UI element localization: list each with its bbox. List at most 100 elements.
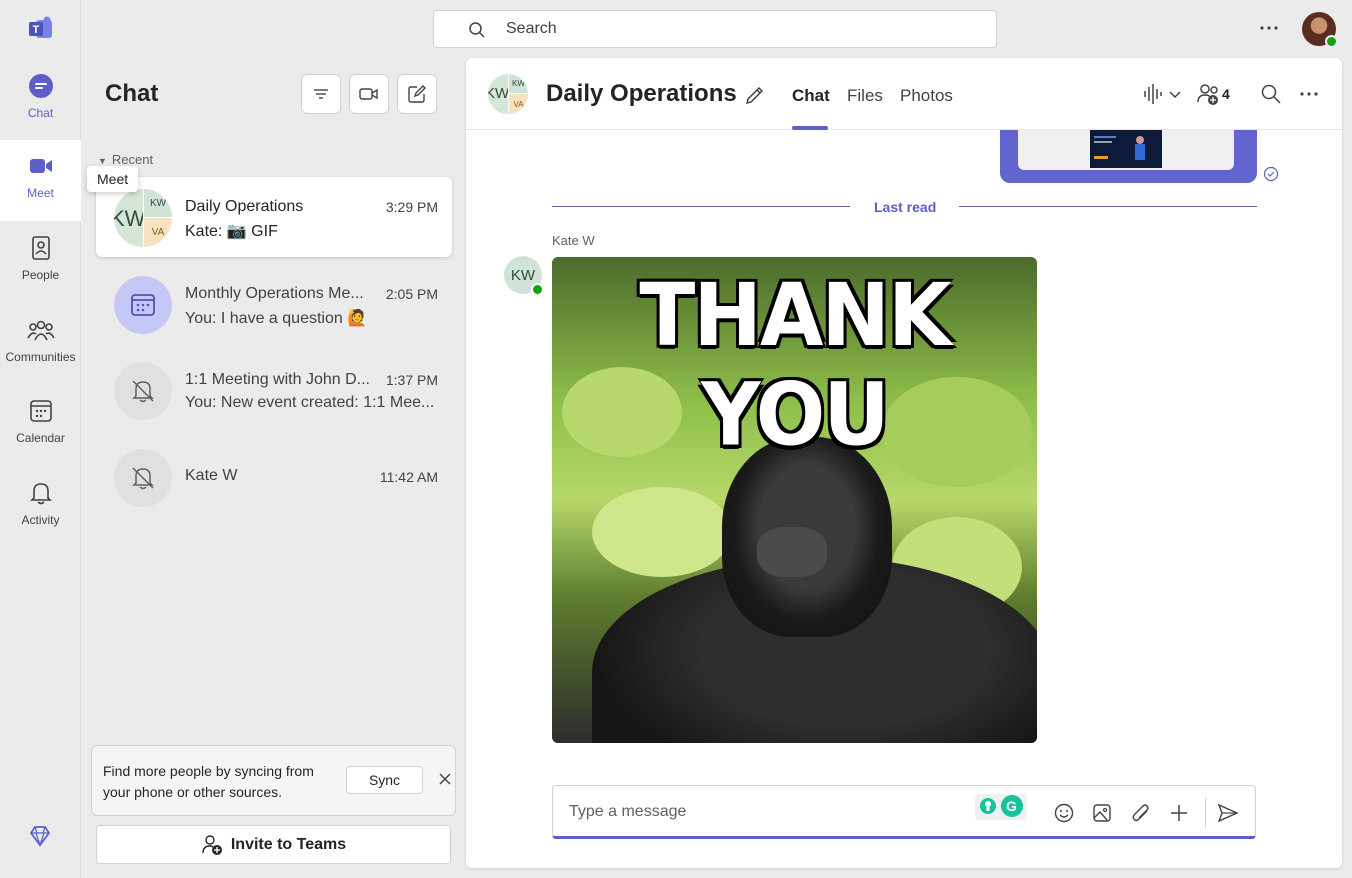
rail-item-chat[interactable]: Chat — [0, 60, 81, 140]
tab-files[interactable]: Files — [847, 86, 883, 106]
meeting-avatar — [114, 276, 172, 334]
sync-text: Find more people by syncing from your ph… — [103, 763, 314, 800]
gif-caption: THANK YOU — [639, 266, 951, 466]
filter-button[interactable] — [301, 74, 341, 114]
chat-preview: Kate: 📷 GIF — [185, 223, 278, 240]
group-avatar: KW KW VA — [488, 74, 528, 114]
sender-avatar[interactable]: KW — [504, 256, 544, 296]
grammarly-widget[interactable]: G — [975, 794, 1027, 820]
bell-off-icon — [132, 467, 154, 490]
chat-list-item[interactable]: Kate W 11:42 AM — [96, 437, 452, 517]
chat-preview: You: I have a question 🙋 — [185, 310, 368, 327]
chat-name: 1:1 Meeting with John D... — [185, 371, 370, 388]
participants-icon[interactable] — [1197, 82, 1221, 106]
search-icon[interactable] — [1260, 82, 1282, 106]
chat-list-item[interactable]: KW KW VA Daily Operations 3:29 PM Kate: … — [96, 177, 452, 257]
close-icon[interactable] — [437, 771, 453, 787]
gif-message[interactable]: THANK YOU — [552, 257, 1037, 743]
sync-button[interactable]: Sync — [346, 766, 423, 794]
card-preview — [1018, 130, 1234, 170]
chat-name: Daily Operations — [185, 198, 304, 215]
message-composer[interactable]: Type a message G — [552, 785, 1256, 839]
video-camera-icon — [29, 159, 52, 173]
sync-contacts-banner: Find more people by syncing from your ph… — [91, 745, 456, 816]
rail-item-label: Activity — [21, 513, 60, 527]
active-tab-indicator — [792, 126, 828, 130]
avatar-initials: KW — [143, 189, 172, 218]
search-bar[interactable]: Search — [433, 10, 997, 48]
rail-item-label: People — [21, 268, 60, 282]
app-rail: T Chat Meet People Communities Calendar … — [0, 0, 81, 878]
thumbnail-image — [1094, 136, 1145, 160]
muted-avatar — [114, 362, 172, 420]
chat-list-item[interactable]: 1:1 Meeting with John D... 1:37 PM You: … — [96, 350, 452, 430]
caret-down-icon: ▼ — [98, 156, 107, 166]
recent-section-header[interactable]: ▼ Recent — [98, 152, 153, 167]
muted-avatar — [114, 449, 172, 507]
presence-available-icon — [1325, 35, 1338, 48]
rail-item-label: Calendar — [16, 431, 65, 445]
rail-item-activity[interactable]: Activity — [0, 467, 81, 547]
new-chat-button[interactable] — [397, 74, 437, 114]
tab-chat[interactable]: Chat — [792, 86, 830, 106]
chat-time: 1:37 PM — [385, 372, 438, 388]
call-dropdown-icon[interactable] — [1142, 82, 1186, 106]
rail-item-label: Communities — [5, 350, 76, 364]
rail-item-label: Chat — [27, 106, 54, 120]
group-avatar: KW KW VA — [114, 189, 172, 247]
image-icon[interactable] — [1091, 802, 1113, 824]
rail-item-communities[interactable]: Communities — [0, 304, 81, 384]
rail-item-label: Meet — [27, 186, 54, 200]
invite-to-teams-button[interactable]: Invite to Teams — [96, 825, 451, 864]
last-read-divider — [552, 206, 850, 207]
send-icon[interactable] — [1217, 802, 1239, 824]
rail-item-calendar[interactable]: Calendar — [0, 385, 81, 465]
last-read-label: Last read — [874, 199, 937, 215]
more-options-icon[interactable] — [1256, 18, 1282, 38]
compose-icon — [408, 85, 426, 103]
more-options-icon[interactable] — [1298, 82, 1320, 106]
add-person-icon — [202, 834, 222, 855]
meet-now-button[interactable] — [349, 74, 389, 114]
participants-count: 4 — [1222, 86, 1230, 102]
search-placeholder: Search — [506, 20, 557, 37]
composer-placeholder: Type a message — [569, 803, 687, 820]
grammarly-icon: G — [980, 795, 1023, 817]
svg-text:G: G — [1006, 798, 1017, 814]
avatar-initials: KW — [510, 266, 536, 284]
rail-item-people[interactable]: People — [0, 222, 81, 302]
teams-logo-icon: T — [29, 16, 52, 38]
chat-time: 3:29 PM — [385, 199, 438, 215]
chat-preview: You: New event created: 1:1 Mee... — [185, 394, 435, 411]
calendar-icon — [29, 400, 52, 422]
premium-diamond-icon[interactable] — [28, 824, 52, 848]
chat-list-item[interactable]: Monthly Operations Me... 2:05 PM You: I … — [96, 264, 452, 344]
avatar-initials: VA — [508, 94, 528, 114]
chat-icon — [28, 74, 53, 98]
previous-message-card[interactable] — [1000, 130, 1257, 183]
chat-list-title: Chat — [105, 80, 159, 107]
composer-divider — [1205, 798, 1206, 828]
avatar-initials: VA — [143, 218, 172, 247]
rail-item-meet[interactable]: Meet — [0, 140, 81, 221]
plus-icon[interactable] — [1168, 802, 1190, 824]
tab-photos[interactable]: Photos — [900, 86, 953, 106]
attach-icon[interactable] — [1130, 802, 1152, 824]
emoji-icon[interactable] — [1053, 802, 1075, 824]
last-read-divider — [959, 206, 1257, 207]
recent-section-label: Recent — [111, 152, 154, 167]
pencil-icon[interactable] — [744, 84, 766, 106]
bell-off-icon — [132, 380, 154, 403]
avatar-initials: KW — [508, 74, 528, 94]
seen-check-icon — [1263, 166, 1279, 182]
invite-label: Invite to Teams — [230, 835, 347, 853]
calendar-icon — [131, 294, 155, 316]
avatar-initials: KW — [488, 85, 510, 102]
filter-icon — [314, 89, 328, 99]
people-icon — [31, 236, 50, 260]
card-thumbnail — [1090, 130, 1162, 168]
video-camera-icon — [359, 88, 378, 100]
user-avatar[interactable] — [1302, 12, 1338, 48]
foliage — [592, 487, 732, 577]
bell-icon — [29, 483, 52, 505]
